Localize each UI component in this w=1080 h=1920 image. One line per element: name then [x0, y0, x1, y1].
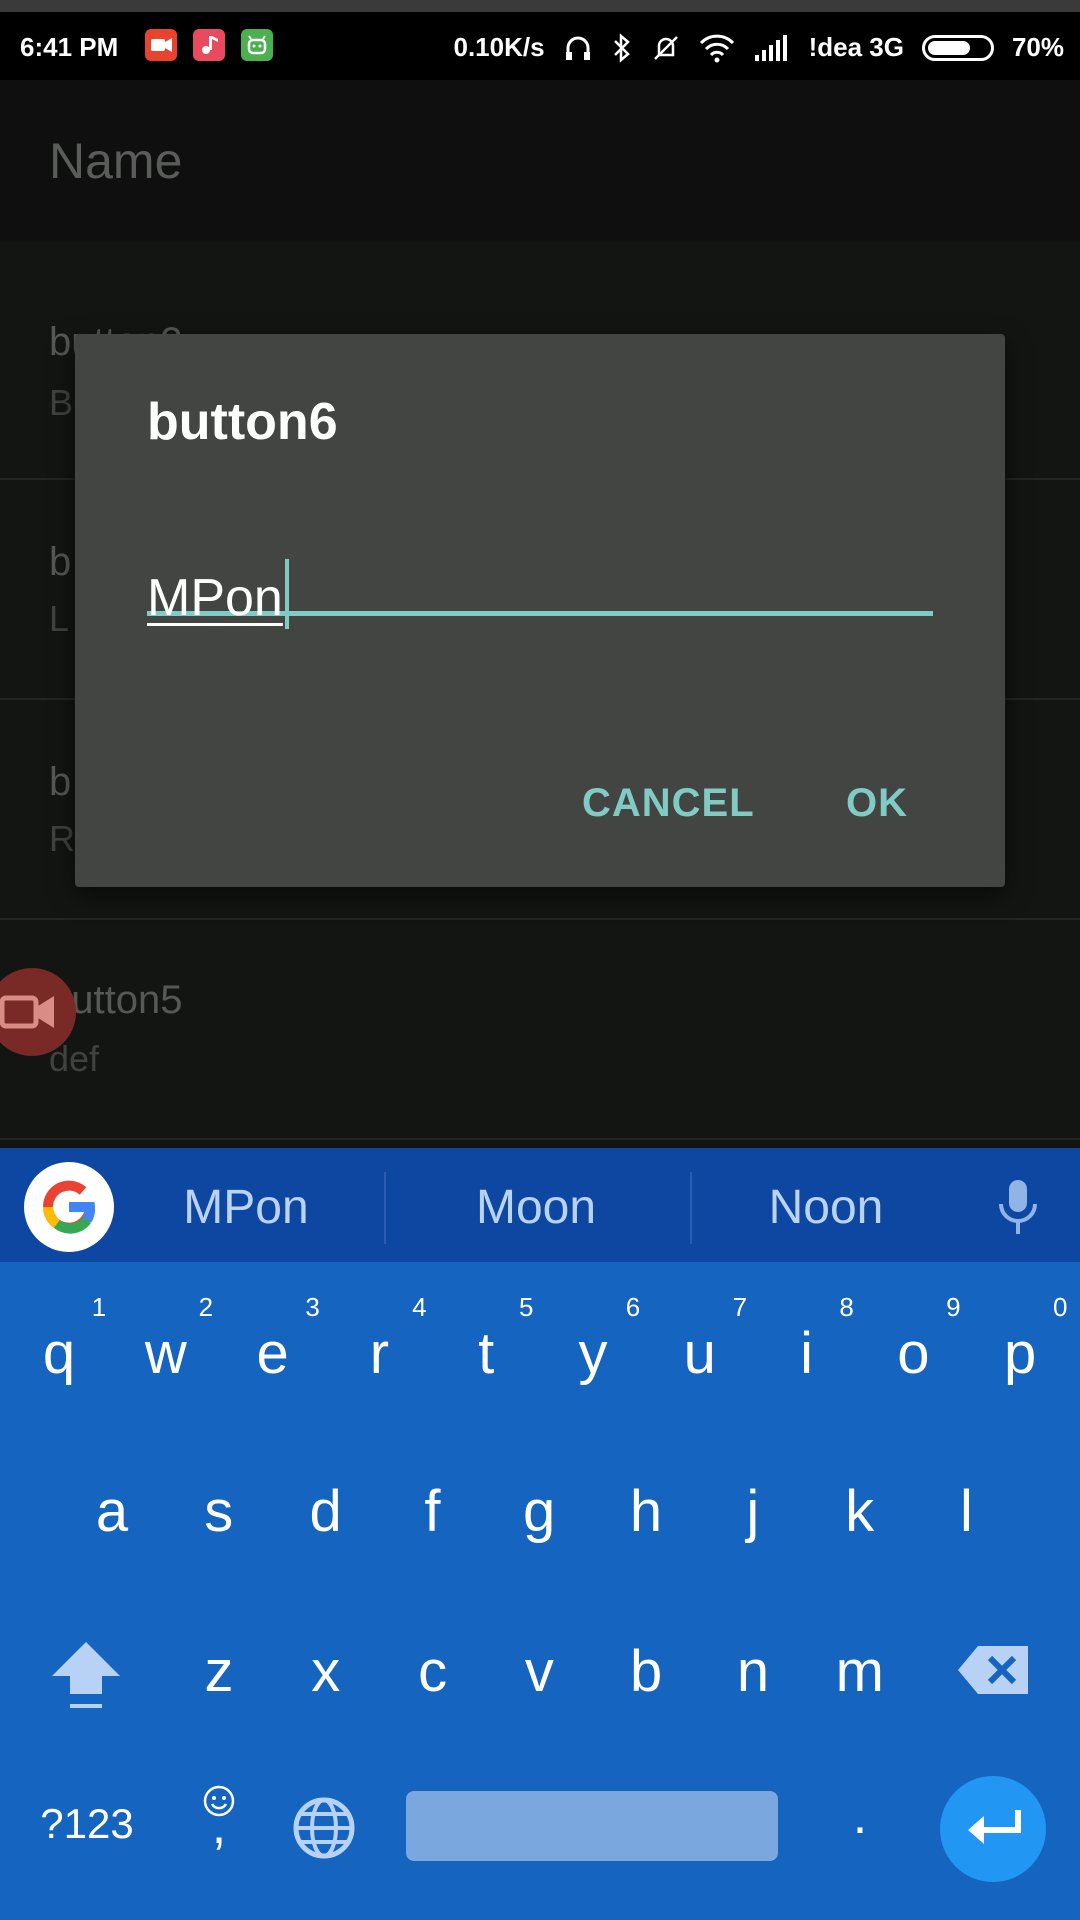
key-g[interactable]: g: [486, 1478, 592, 1545]
globe-icon[interactable]: [292, 1796, 356, 1860]
list-item-subtitle: R: [49, 818, 75, 859]
key-v[interactable]: v: [486, 1638, 592, 1705]
text-cursor: [284, 559, 289, 629]
key-o[interactable]: o: [860, 1320, 966, 1387]
suggestion-3[interactable]: Noon: [696, 1180, 956, 1235]
key-z[interactable]: z: [166, 1638, 272, 1705]
key-f[interactable]: f: [379, 1478, 485, 1545]
net-speed: 0.10K/s: [453, 32, 545, 62]
space-key[interactable]: [406, 1791, 778, 1861]
key-hint: 2: [198, 1292, 214, 1322]
bluetooth-icon: [613, 32, 630, 63]
headset-icon: [565, 36, 590, 60]
key-j[interactable]: j: [700, 1478, 806, 1545]
enter-key[interactable]: [940, 1776, 1046, 1882]
key-p[interactable]: p: [967, 1320, 1073, 1387]
status-right: 0.10K/s !dea 3G 70%: [453, 32, 1064, 63]
list-item-subtitle: L: [49, 598, 70, 639]
battery-fill: [927, 40, 970, 55]
key-hint: 0: [1052, 1292, 1068, 1322]
suggestion-2[interactable]: Moon: [406, 1180, 666, 1235]
list-item-title: b: [49, 760, 72, 804]
list-item-title: b: [49, 540, 72, 584]
key-w[interactable]: w: [113, 1320, 219, 1387]
enter-icon: [968, 1810, 1021, 1844]
battery-percent: 70%: [1011, 32, 1064, 62]
android-notification-icon: [241, 29, 273, 61]
key-b[interactable]: b: [593, 1638, 699, 1705]
app-header-title: Name: [49, 133, 183, 189]
key-t[interactable]: t: [433, 1320, 539, 1387]
key-n[interactable]: n: [700, 1638, 806, 1705]
battery-icon: [921, 34, 994, 61]
key-i[interactable]: i: [754, 1320, 860, 1387]
carrier-label: !dea 3G: [808, 32, 904, 62]
dialog-input-value: MPon: [147, 569, 283, 627]
dialog-text-input[interactable]: MPon: [147, 559, 933, 629]
backspace-icon[interactable]: [956, 1644, 1032, 1696]
key-hint: 4: [412, 1292, 427, 1322]
key-hint: 7: [732, 1292, 748, 1322]
silent-bell-icon: [653, 35, 678, 60]
video-camera-icon: [0, 995, 54, 1029]
wifi-icon: [699, 34, 734, 62]
rename-dialog: button6 MPon CANCEL OK: [75, 334, 1005, 887]
key-q[interactable]: q: [6, 1320, 112, 1387]
key-hint: 6: [625, 1292, 641, 1322]
key-c[interactable]: c: [380, 1638, 486, 1705]
key-l[interactable]: l: [913, 1478, 1019, 1545]
suggestion-divider: [690, 1172, 692, 1244]
dialog-title: button6: [147, 393, 338, 451]
music-notification-icon: [193, 29, 225, 61]
key-hint: 3: [305, 1292, 320, 1322]
key-d[interactable]: d: [273, 1478, 379, 1545]
key-a[interactable]: a: [59, 1478, 165, 1545]
list-item[interactable]: button5 def: [0, 920, 1080, 1140]
ok-button[interactable]: OK: [846, 781, 908, 826]
key-m[interactable]: m: [807, 1638, 913, 1705]
comma-key[interactable]: ,: [166, 1796, 272, 1856]
key-h[interactable]: h: [593, 1478, 699, 1545]
key-e[interactable]: e: [220, 1320, 326, 1387]
mic-icon[interactable]: [996, 1178, 1040, 1238]
cancel-button[interactable]: CANCEL: [582, 781, 755, 826]
key-hint: 5: [518, 1292, 534, 1322]
key-s[interactable]: s: [166, 1478, 272, 1545]
key-hint: 1: [91, 1292, 107, 1322]
symbols-key[interactable]: ?123: [32, 1800, 142, 1848]
google-g-icon[interactable]: [24, 1162, 114, 1252]
key-k[interactable]: k: [807, 1478, 913, 1545]
suggestion-bar: MPon Moon Noon: [0, 1148, 1080, 1262]
key-y[interactable]: y: [540, 1320, 646, 1387]
screen-recorder-notification-icon: [145, 29, 177, 61]
app-header: Name: [0, 80, 1080, 242]
shift-icon[interactable]: [48, 1636, 124, 1714]
soft-keyboard: MPon Moon Noon q1w2e3r4t5y6u7i8o9p0 asdf…: [0, 1148, 1080, 1920]
signal-icon: [754, 34, 787, 61]
key-x[interactable]: x: [273, 1638, 379, 1705]
period-key[interactable]: .: [807, 1786, 913, 1846]
key-hint: 8: [839, 1292, 854, 1322]
suggestion-divider: [384, 1172, 386, 1244]
key-hint: 9: [946, 1292, 961, 1322]
key-r[interactable]: r: [326, 1320, 432, 1387]
key-u[interactable]: u: [647, 1320, 753, 1387]
status-bar: 6:41 PM 0.10K/s !dea 3G 70%: [0, 0, 1080, 80]
status-time: 6:41 PM: [20, 32, 119, 62]
suggestion-1[interactable]: MPon: [116, 1180, 376, 1235]
